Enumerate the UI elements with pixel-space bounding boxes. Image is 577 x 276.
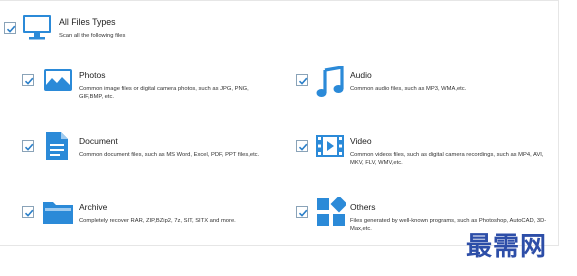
grid-icon [316,195,348,232]
document-icon [45,131,69,166]
archive-title: Archive [79,202,108,212]
audio-title: Audio [350,70,372,80]
others-checkbox[interactable] [296,206,308,218]
all-files-subtitle: Scan all the following files [59,33,126,39]
photos-title: Photos [79,70,106,80]
music-note-icon [316,65,344,103]
archive-checkbox[interactable] [22,206,34,218]
others-title: Others [350,202,376,212]
all-files-title: All Files Types [59,17,116,27]
document-checkbox[interactable] [22,140,34,152]
archive-desc: Completely recover RAR, ZIP,BZip2, 7z, S… [79,218,236,224]
document-desc: Common document files, such as MS Word, … [79,152,260,158]
image-icon [43,68,73,97]
all-files-checkbox[interactable] [4,22,16,34]
video-desc: Common videos files, such as digital cam… [350,152,544,166]
audio-checkbox[interactable] [296,74,308,86]
folder-icon [42,199,74,230]
document-title: Document [79,136,118,146]
photos-checkbox[interactable] [22,74,34,86]
photos-desc: Common image files or digital camera pho… [79,86,249,100]
monitor-icon [22,14,52,47]
audio-desc: Common audio files, such as MP3, WMA,etc… [350,86,467,92]
video-checkbox[interactable] [296,140,308,152]
watermark-text: 最需网 [466,232,548,262]
video-title: Video [350,136,372,146]
film-icon [315,134,345,163]
